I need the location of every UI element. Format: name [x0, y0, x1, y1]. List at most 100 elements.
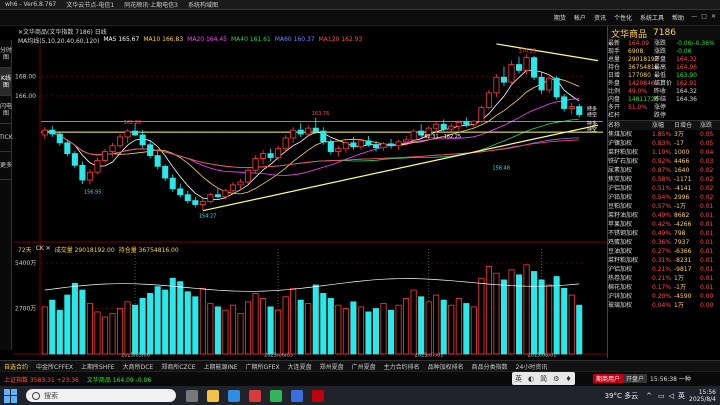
- task-view-icon[interactable]: [186, 389, 198, 402]
- file-explorer-icon[interactable]: [207, 389, 219, 402]
- list-cell: 0.02: [700, 176, 714, 183]
- ime-lang[interactable]: 英: [512, 374, 525, 384]
- open-interest-value: 持仓量 36754816.00: [118, 247, 179, 254]
- server-tab-1[interactable]: 文华云节点-电信1: [61, 0, 119, 9]
- menu-help[interactable]: 帮助: [668, 13, 688, 22]
- quote-label: 跌停: [654, 112, 667, 119]
- windows-start-icon[interactable]: [4, 388, 18, 403]
- list-cell: 热卷加权: [608, 275, 633, 282]
- list-item[interactable]: 玻璃加权 0.04% 1万 0.00: [608, 301, 720, 310]
- menu-personalize[interactable]: 个性化: [610, 13, 636, 22]
- volume-bar: [275, 309, 282, 355]
- list-cell: 棉花加权: [608, 284, 633, 291]
- ime-bar[interactable]: 英 ◐ 简 ⚙ ♦: [512, 372, 575, 385]
- list-item[interactable]: 菜籽油加权 0.49% 8682 0.01: [608, 211, 720, 220]
- network-icon[interactable]: ▭: [658, 392, 665, 400]
- list-item[interactable]: 豆粕加权 0.57% -1万 0.01: [608, 202, 720, 211]
- col-name[interactable]: 名称: [608, 121, 652, 130]
- tab-kline[interactable]: K线图: [0, 68, 12, 96]
- toolbar-item[interactable]: 品种加权排名: [424, 362, 468, 371]
- weather-widget[interactable]: 39°C 多云: [605, 391, 639, 401]
- list-item[interactable]: 铁矿石加权 0.92% 4466 0.03: [608, 157, 720, 166]
- ime-moon-icon[interactable]: ◐: [525, 375, 537, 383]
- toolbar-item[interactable]: 郑商所CZCE: [157, 362, 199, 371]
- server-tab-3[interactable]: 系统构域图: [183, 0, 223, 9]
- menu-futures[interactable]: 期货: [550, 13, 570, 22]
- list-cell: -8231: [674, 257, 692, 264]
- tab-timeshare[interactable]: 分时图: [0, 40, 12, 68]
- user-badge[interactable]: 期商用户: [593, 374, 624, 383]
- list-item[interactable]: 沪铅加权 0.54% 2996 0.02: [608, 193, 720, 202]
- list-item[interactable]: 豆油加权 0.27% -6366 0.01: [608, 247, 720, 256]
- tab-tick[interactable]: TICK: [0, 124, 13, 152]
- toolbar-item[interactable]: 广州夏盘: [348, 362, 380, 371]
- taskbar-clock[interactable]: 15:56 2025/8/4: [689, 389, 716, 403]
- list-cell: 0.03: [700, 158, 714, 165]
- list-cell: 0.36%: [652, 239, 672, 246]
- price-axis-label: 168.00: [15, 73, 36, 80]
- toolbar-item[interactable]: 大连夏盘: [284, 362, 316, 371]
- list-item[interactable]: 沪锌加权 0.20% -4590 0.00: [608, 292, 720, 301]
- quote-value: 14208467: [628, 80, 659, 87]
- list-item[interactable]: 沪镍加权 0.83% -17 0.05: [608, 139, 720, 148]
- toolbar-item[interactable]: 主力合约排名: [380, 362, 424, 371]
- list-item[interactable]: 菜籽粕加权 1.10% 1000 0.04: [608, 148, 720, 157]
- ma-legend-item: MA20 164.45: [187, 36, 227, 43]
- ime-simplified[interactable]: 简: [537, 374, 550, 384]
- col-change-pct[interactable]: 涨幅: [652, 121, 674, 130]
- list-item[interactable]: 尿素加权 0.87% 1640 0.02: [608, 166, 720, 175]
- toolbar-item[interactable]: 24小时资讯: [512, 362, 552, 371]
- list-item[interactable]: 不锈钢加权 0.49% 798 0.01: [608, 229, 720, 238]
- ck-label[interactable]: CK ✕: [36, 245, 51, 254]
- app-icon-green[interactable]: [270, 389, 282, 402]
- wenhua-app-icon[interactable]: [312, 389, 324, 402]
- list-item[interactable]: 焦炭加权 0.58% -1171 0.02: [608, 175, 720, 184]
- list-item[interactable]: 沪铝加权 0.21% -9817 0.01: [608, 265, 720, 274]
- maximize-button[interactable]: □: [699, 13, 709, 20]
- candle-body: [388, 143, 395, 147]
- toolbar-item[interactable]: 商品分类指数: [468, 362, 512, 371]
- list-cell: 菜籽粕加权: [608, 149, 639, 156]
- candle-body: [169, 177, 176, 190]
- list-item[interactable]: 菜籽粕加权 0.31% -8231 0.01: [608, 256, 720, 265]
- tab-more[interactable]: 更多: [0, 152, 12, 180]
- list-item[interactable]: 棉花加权 0.17% -1万 0.01: [608, 283, 720, 292]
- toolbar-item[interactable]: 上期所SHFE: [77, 362, 119, 371]
- kline-chart[interactable]: 168.00166.005400万2700万2025/05/06 2025/06/…: [13, 26, 607, 358]
- ime-gear-icon[interactable]: ⚙: [550, 375, 562, 383]
- taskbar-search[interactable]: 搜索: [26, 389, 176, 402]
- open-account-badge[interactable]: 开盘户: [623, 374, 648, 383]
- close-button[interactable]: ✕: [709, 13, 718, 20]
- list-item[interactable]: 苹果加权 0.42% -4266 0.01: [608, 220, 720, 229]
- ime-skin-icon[interactable]: ♦: [562, 375, 574, 383]
- menu-account[interactable]: 帐户: [570, 13, 590, 22]
- quote-value: [676, 104, 720, 112]
- list-item[interactable]: 鸡蛋加权 0.36% 7937 0.01: [608, 238, 720, 247]
- toolbar-item[interactable]: 上期能源INE: [199, 362, 241, 371]
- volume-icon[interactable]: ◁: [669, 392, 674, 400]
- list-item[interactable]: 焦煤加权 1.85% 3万 0.05: [608, 130, 720, 139]
- list-item[interactable]: 热卷加权 0.21% 1万 0.01: [608, 274, 720, 283]
- toolbar-item[interactable]: 大商所DCE: [119, 362, 158, 371]
- menu-news[interactable]: 资讯: [590, 13, 610, 22]
- candle-body: [214, 194, 221, 198]
- menu-system-tools[interactable]: 系统工具: [636, 13, 668, 22]
- ime-indicator-icon[interactable]: 英: [678, 391, 685, 401]
- app-icon-red[interactable]: [249, 389, 261, 402]
- toolbar-item[interactable]: 郑州夏盘: [316, 362, 348, 371]
- toolbar-item[interactable]: 广期所GFEX: [242, 362, 284, 371]
- list-item[interactable]: 沪铝加权 0.51% -4141 0.02: [608, 184, 720, 193]
- chevron-up-icon[interactable]: ^: [646, 392, 652, 400]
- edge-icon[interactable]: [228, 389, 240, 402]
- col-change[interactable]: 涨跌: [700, 121, 720, 130]
- ma-line: [44, 118, 580, 169]
- minimize-button[interactable]: —: [689, 13, 699, 20]
- tab-flash[interactable]: 闪电图: [0, 96, 12, 124]
- toolbar-item[interactable]: 自选合约: [0, 362, 32, 371]
- kline-chart-area[interactable]: 168.00 166.00 5400万 2700万 2025/05/06 2025/06/…: [13, 26, 607, 358]
- volume-bar: [132, 304, 139, 355]
- col-oi-change[interactable]: 日增仓: [674, 121, 700, 130]
- app-icon-blue[interactable]: [291, 389, 303, 402]
- server-tab-2[interactable]: 同花顺讯·上期电信3: [119, 0, 183, 9]
- toolbar-item[interactable]: 中金所CFFEX: [32, 362, 77, 371]
